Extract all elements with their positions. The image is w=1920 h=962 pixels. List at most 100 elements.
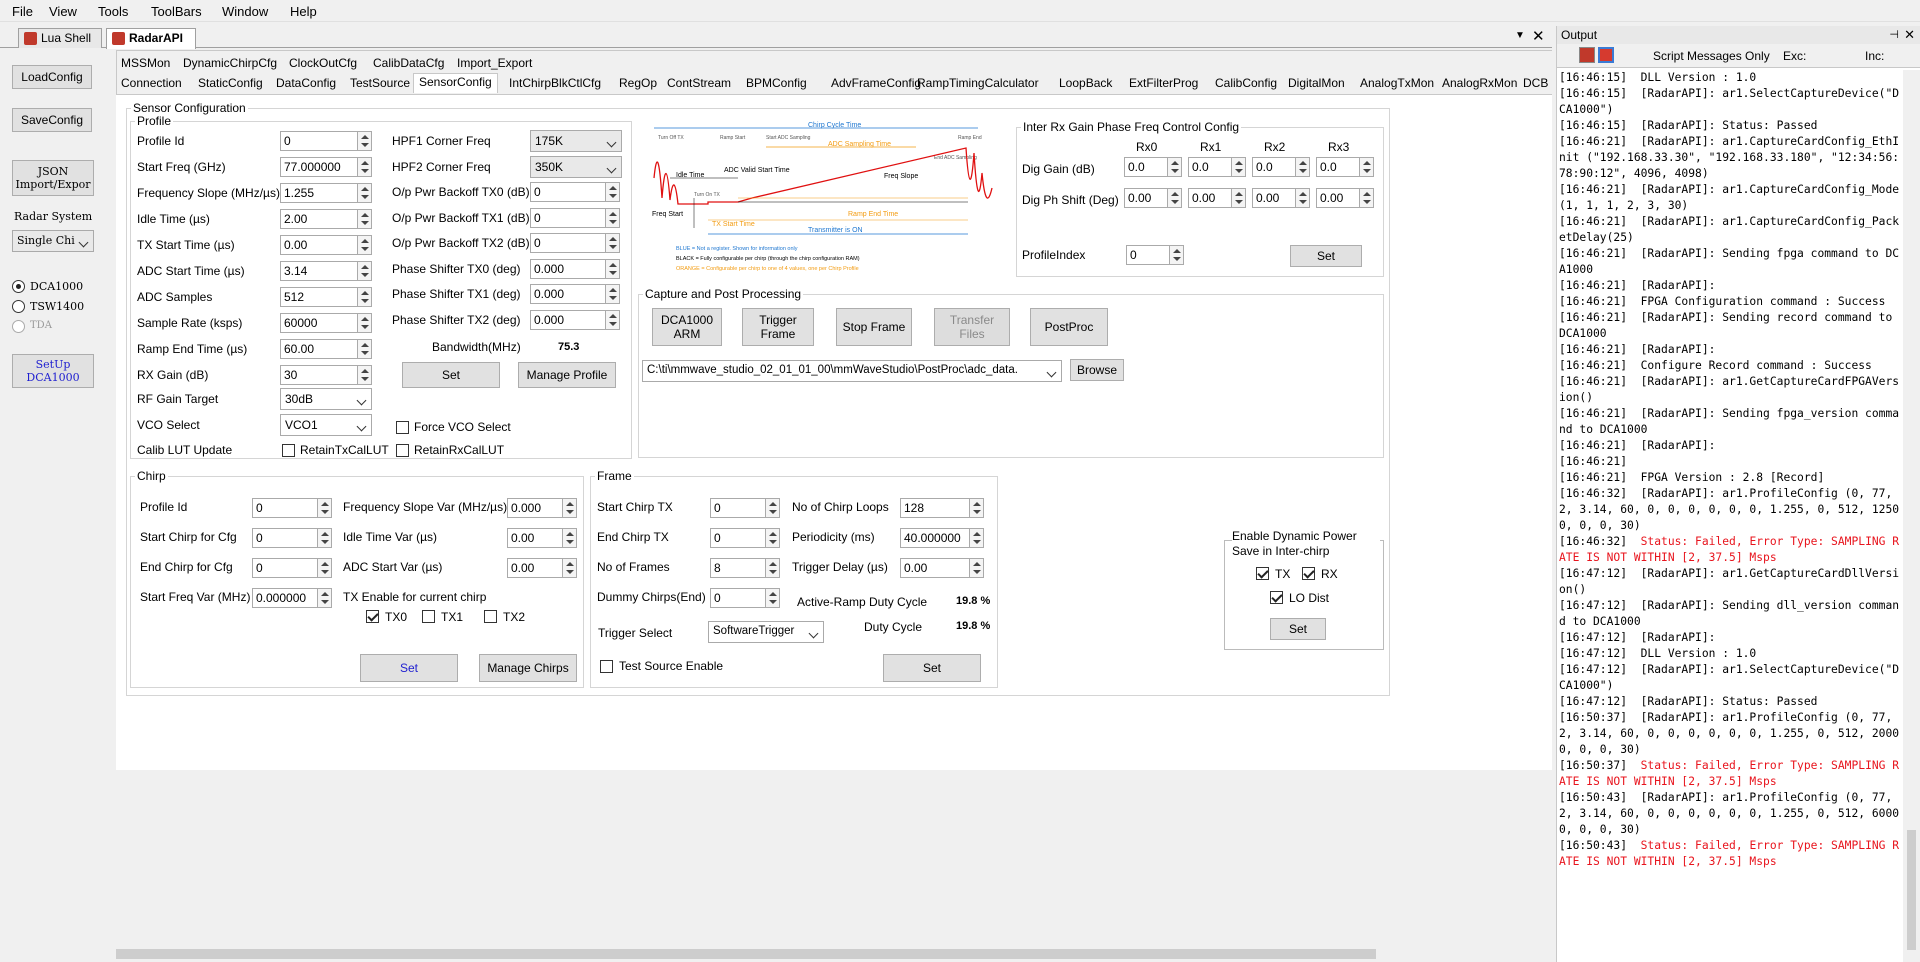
menu-file[interactable]: File — [12, 4, 33, 19]
subtab-mssmon[interactable]: MSSMon — [116, 55, 175, 73]
frame-field-input[interactable]: 0 — [710, 498, 766, 518]
dig-ph-input[interactable]: 0.00 — [1188, 188, 1232, 208]
dig-gain-spinner[interactable] — [1296, 157, 1310, 177]
chirp-tx1-checkbox[interactable] — [422, 610, 435, 623]
dig-gain-input[interactable]: 0.0 — [1252, 157, 1296, 177]
frame-field-spinner[interactable] — [766, 498, 780, 518]
menu-window[interactable]: Window — [222, 4, 268, 19]
profile-right-spinner[interactable] — [606, 182, 620, 202]
profile-right-spinner[interactable] — [606, 309, 620, 330]
radio-tsw1400[interactable] — [12, 300, 25, 313]
radio-dca1000[interactable] — [12, 280, 25, 293]
chirp-tx0-checkbox[interactable] — [366, 610, 379, 623]
subtab-dcb[interactable]: DCB — [1518, 75, 1553, 93]
test-source-checkbox[interactable] — [600, 660, 613, 673]
profile-right-spinner[interactable] — [606, 258, 620, 279]
frame-field-input[interactable]: 8 — [710, 558, 766, 578]
profile-set-button[interactable]: Set — [402, 362, 500, 388]
profile-right-input[interactable]: 0.000 — [530, 284, 606, 304]
dig-gain-input[interactable]: 0.0 — [1316, 157, 1360, 177]
chirp-field-spinner[interactable] — [318, 588, 332, 608]
chirp-field-spinner[interactable] — [318, 528, 332, 548]
frame-field-input[interactable]: 0 — [710, 528, 766, 548]
retain-tx-checkbox[interactable] — [282, 444, 295, 457]
browse-button[interactable]: Browse — [1070, 359, 1124, 381]
subtab-clockoutcfg[interactable]: ClockOutCfg — [284, 55, 362, 73]
force-vco-checkbox[interactable] — [396, 421, 409, 434]
power-lo-checkbox[interactable] — [1270, 591, 1283, 604]
power-set-button[interactable]: Set — [1270, 618, 1326, 640]
menu-tools[interactable]: Tools — [98, 4, 128, 19]
profile-right-input[interactable]: 0.000 — [530, 309, 606, 330]
chirp-right-spinner[interactable] — [563, 498, 577, 518]
dig-ph-spinner[interactable] — [1232, 188, 1246, 208]
horizontal-scrollbar[interactable] — [116, 946, 1552, 962]
frame-field-spinner[interactable] — [766, 558, 780, 578]
dig-gain-spinner[interactable] — [1168, 157, 1182, 177]
menu-help[interactable]: Help — [290, 4, 317, 19]
profile-index-input[interactable]: 0 — [1126, 245, 1170, 265]
output-scroll-thumb[interactable] — [1907, 830, 1916, 950]
subtab-staticconfig[interactable]: StaticConfig — [193, 75, 268, 93]
profile-right-spinner[interactable] — [606, 233, 620, 253]
vco-select[interactable]: VCO1 — [280, 414, 372, 436]
dig-ph-input[interactable]: 0.00 — [1252, 188, 1296, 208]
tab-dropdown-icon[interactable]: ▼ — [1515, 30, 1525, 41]
subtab-import-export[interactable]: Import_Export — [452, 55, 537, 73]
dig-gain-spinner[interactable] — [1360, 157, 1374, 177]
chirp-right-spinner[interactable] — [563, 558, 577, 578]
retain-rx-checkbox[interactable] — [396, 444, 409, 457]
profile-field-input[interactable]: 30 — [280, 365, 358, 385]
frame-right-input[interactable]: 128 — [900, 498, 970, 518]
profile-field-spinner[interactable] — [358, 365, 372, 385]
subtab-regop[interactable]: RegOp — [614, 75, 662, 93]
profile-right-input[interactable]: 0 — [530, 233, 606, 253]
chirp-set-button[interactable]: Set — [360, 654, 458, 682]
dig-ph-input[interactable]: 0.00 — [1316, 188, 1360, 208]
chirp-tx2-checkbox[interactable] — [484, 610, 497, 623]
horizontal-scroll-thumb[interactable] — [116, 949, 1376, 959]
script-messages-only[interactable]: Script Messages Only — [1653, 49, 1770, 63]
profile-field-input[interactable]: 0.00 — [280, 235, 358, 255]
dig-gain-input[interactable]: 0.0 — [1188, 157, 1232, 177]
chirp-field-input[interactable]: 0 — [252, 528, 318, 548]
subtab-analogtxmon[interactable]: AnalogTxMon — [1355, 75, 1439, 93]
subtab-dataconfig[interactable]: DataConfig — [271, 75, 341, 93]
profile-field-input[interactable]: 512 — [280, 287, 358, 307]
inter-rx-set-button[interactable]: Set — [1290, 245, 1362, 267]
subtab-digitalmon[interactable]: DigitalMon — [1283, 75, 1350, 93]
frame-right-spinner[interactable] — [970, 558, 984, 578]
subtab-extfilterprog[interactable]: ExtFilterProg — [1124, 75, 1203, 93]
profile-field-spinner[interactable] — [358, 287, 372, 307]
profile-right-input[interactable]: 0 — [530, 207, 606, 228]
close-tab-icon[interactable]: ✕ — [1532, 27, 1545, 45]
script-filter-icon[interactable] — [1598, 47, 1614, 63]
power-tx-checkbox[interactable] — [1256, 567, 1269, 580]
chirp-right-input[interactable]: 0.00 — [507, 528, 563, 548]
chirp-field-input[interactable]: 0 — [252, 498, 318, 518]
capture-path-select[interactable]: C:\ti\mmwave_studio_02_01_01_00\mmWaveSt… — [642, 360, 1062, 382]
frame-field-spinner[interactable] — [766, 528, 780, 548]
profile-field-spinner[interactable] — [358, 339, 372, 359]
pin-icon[interactable]: ⊣ — [1889, 28, 1899, 41]
profile-field-spinner[interactable] — [358, 157, 372, 177]
load-config-button[interactable]: LoadConfig — [12, 65, 92, 89]
clear-output-icon[interactable] — [1579, 47, 1595, 63]
profile-right-input[interactable]: 0 — [530, 182, 606, 202]
power-rx-checkbox[interactable] — [1302, 567, 1315, 580]
profile-field-input[interactable]: 2.00 — [280, 209, 358, 229]
profile-right-input[interactable]: 0.000 — [530, 258, 606, 279]
subtab-calibconfig[interactable]: CalibConfig — [1210, 75, 1282, 93]
tab-radarapi[interactable]: RadarAPI — [106, 28, 196, 49]
profile-field-input[interactable]: 60000 — [280, 313, 358, 333]
subtab-dynamicchirpcfg[interactable]: DynamicChirpCfg — [178, 55, 282, 73]
trigger-select[interactable]: SoftwareTrigger — [708, 621, 824, 643]
dca1000-arm-button[interactable]: DCA1000 ARM — [652, 308, 722, 346]
profile-right-select[interactable]: 175K — [530, 130, 622, 152]
subtab-testsource[interactable]: TestSource — [345, 75, 415, 93]
trigger-frame-button[interactable]: Trigger Frame — [742, 308, 814, 346]
chirp-right-spinner[interactable] — [563, 528, 577, 548]
stop-frame-button[interactable]: Stop Frame — [836, 308, 912, 346]
profile-index-spinner[interactable] — [1170, 245, 1184, 265]
output-vertical-scrollbar[interactable] — [1903, 70, 1920, 962]
